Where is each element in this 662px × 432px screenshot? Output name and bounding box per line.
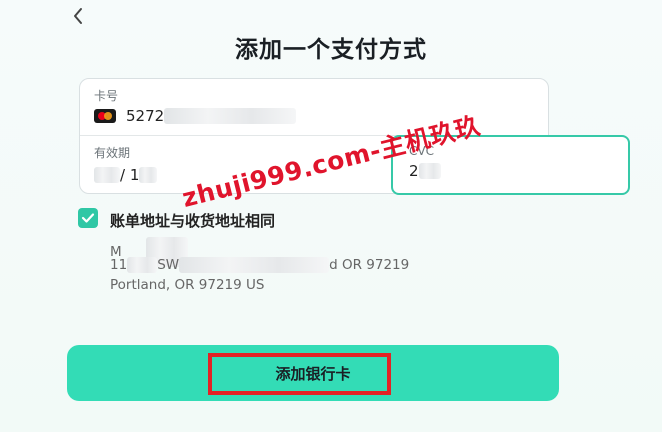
check-icon [81,213,95,223]
redacted-blur [139,167,158,183]
mastercard-icon [94,109,116,123]
cvc-value: 2 [409,162,419,180]
add-bank-card-button[interactable]: 添加银行卡 [67,345,559,401]
add-bank-card-label: 添加银行卡 [275,365,351,383]
redacted-blur [164,108,297,124]
address-line-3: Portland, OR 97219 US [110,277,265,293]
same-address-checkbox[interactable] [78,208,98,228]
card-number-label: 卡号 [94,89,119,103]
chevron-left-icon [74,8,82,24]
back-button[interactable] [66,4,90,28]
redacted-blur [418,163,441,179]
page-title: 添加一个支付方式 [235,37,427,63]
address-line-2: 11 SW d OR 97219 [110,257,410,273]
redacted-blur [179,257,330,273]
card-number-value: 5272 [126,107,165,125]
redacted-blur [127,257,158,273]
expiry-value: / 1 [120,166,140,184]
redacted-blur [94,167,120,183]
